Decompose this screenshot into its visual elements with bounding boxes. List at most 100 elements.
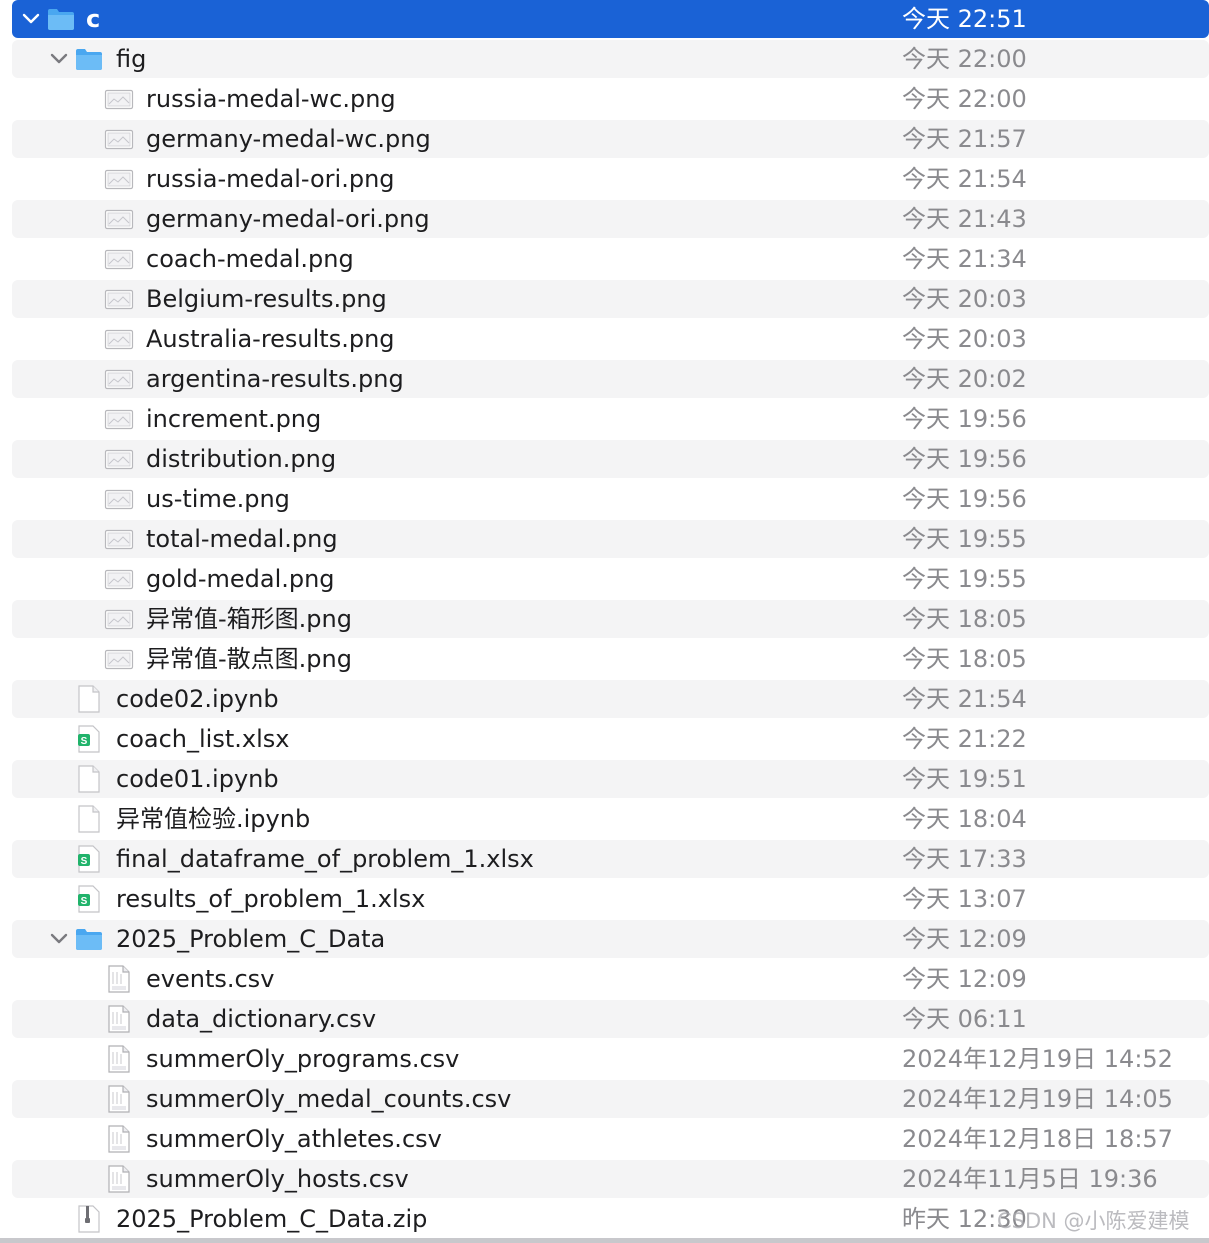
date-modified: 2024年12月18日 18:57 bbox=[902, 1125, 1173, 1153]
file-row[interactable]: us-time.png 今天 19:56 bbox=[12, 480, 1209, 518]
file-name: 2025_Problem_C_Data bbox=[116, 925, 386, 953]
file-row[interactable]: 异常值-箱形图.png 今天 18:05 bbox=[12, 600, 1209, 638]
file-name: germany-medal-wc.png bbox=[146, 125, 431, 153]
date-modified: 今天 19:56 bbox=[902, 445, 1027, 473]
date-modified: 今天 17:33 bbox=[902, 845, 1027, 873]
file-name: 异常值-箱形图.png bbox=[146, 605, 352, 633]
date-modified: 今天 21:57 bbox=[902, 125, 1027, 153]
file-row[interactable]: data_dictionary.csv 今天 06:11 bbox=[12, 1000, 1209, 1038]
file-row[interactable]: summerOly_medal_counts.csv 2024年12月19日 14… bbox=[12, 1080, 1209, 1118]
date-modified: 2024年12月19日 14:52 bbox=[902, 1045, 1173, 1073]
file-row[interactable]: summerOly_athletes.csv 2024年12月18日 18:57 bbox=[12, 1120, 1209, 1158]
csv-icon bbox=[104, 1124, 134, 1154]
file-name: Australia-results.png bbox=[146, 325, 395, 353]
date-modified: 今天 18:05 bbox=[902, 605, 1027, 633]
date-modified: 今天 19:55 bbox=[902, 565, 1027, 593]
date-modified: 今天 21:54 bbox=[902, 685, 1027, 713]
date-modified: 今天 21:54 bbox=[902, 165, 1027, 193]
csv-icon bbox=[104, 1004, 134, 1034]
file-name: final_dataframe_of_problem_1.xlsx bbox=[116, 845, 534, 873]
chevron-down-icon[interactable] bbox=[48, 48, 70, 70]
file-row[interactable]: code02.ipynb 今天 21:54 bbox=[12, 680, 1209, 718]
folder-row[interactable]: 2025_Problem_C_Data 今天 12:09 bbox=[12, 920, 1209, 958]
file-row[interactable]: gold-medal.png 今天 19:55 bbox=[12, 560, 1209, 598]
file-row[interactable]: Australia-results.png 今天 20:03 bbox=[12, 320, 1209, 358]
image-icon bbox=[104, 404, 134, 434]
file-name: germany-medal-ori.png bbox=[146, 205, 430, 233]
svg-text:S: S bbox=[81, 896, 88, 907]
file-name: distribution.png bbox=[146, 445, 337, 473]
csv-icon bbox=[104, 1084, 134, 1114]
date-modified: 今天 19:56 bbox=[902, 485, 1027, 513]
file-row[interactable]: germany-medal-wc.png 今天 21:57 bbox=[12, 120, 1209, 158]
folder-icon bbox=[74, 924, 104, 954]
file-row[interactable]: Belgium-results.png 今天 20:03 bbox=[12, 280, 1209, 318]
spreadsheet-icon: S bbox=[74, 844, 104, 874]
file-row[interactable]: argentina-results.png 今天 20:02 bbox=[12, 360, 1209, 398]
svg-text:S: S bbox=[81, 856, 88, 867]
file-row[interactable]: Sresults_of_problem_1.xlsx 今天 13:07 bbox=[12, 880, 1209, 918]
file-name: results_of_problem_1.xlsx bbox=[116, 885, 426, 913]
date-modified: 今天 19:56 bbox=[902, 405, 1027, 433]
date-modified: 今天 22:51 bbox=[902, 5, 1027, 33]
file-row[interactable]: total-medal.png 今天 19:55 bbox=[12, 520, 1209, 558]
date-modified: 今天 12:09 bbox=[902, 925, 1027, 953]
spreadsheet-icon: S bbox=[74, 724, 104, 754]
image-icon bbox=[104, 164, 134, 194]
svg-text:S: S bbox=[81, 736, 88, 747]
file-row[interactable]: summerOly_programs.csv 2024年12月19日 14:52 bbox=[12, 1040, 1209, 1078]
file-name: summerOly_athletes.csv bbox=[146, 1125, 442, 1153]
image-icon bbox=[104, 444, 134, 474]
file-name: us-time.png bbox=[146, 485, 290, 513]
folder-row[interactable]: c 今天 22:51 bbox=[12, 0, 1209, 38]
date-modified: 今天 12:09 bbox=[902, 965, 1027, 993]
file-row[interactable]: Scoach_list.xlsx 今天 21:22 bbox=[12, 720, 1209, 758]
file-name: code02.ipynb bbox=[116, 685, 279, 713]
file-name: data_dictionary.csv bbox=[146, 1005, 377, 1033]
image-icon bbox=[104, 84, 134, 114]
folder-icon bbox=[46, 4, 76, 34]
file-row[interactable]: russia-medal-wc.png 今天 22:00 bbox=[12, 80, 1209, 118]
file-name: 2025_Problem_C_Data.zip bbox=[116, 1205, 428, 1233]
file-row[interactable]: distribution.png 今天 19:56 bbox=[12, 440, 1209, 478]
horizontal-scrollbar[interactable] bbox=[0, 1238, 1209, 1243]
chevron-down-icon[interactable] bbox=[20, 8, 42, 30]
document-icon bbox=[74, 684, 104, 714]
file-row[interactable]: increment.png 今天 19:56 bbox=[12, 400, 1209, 438]
folder-icon bbox=[74, 44, 104, 74]
file-name: Belgium-results.png bbox=[146, 285, 387, 313]
file-row[interactable]: germany-medal-ori.png 今天 21:43 bbox=[12, 200, 1209, 238]
date-modified: 2024年11月5日 19:36 bbox=[902, 1165, 1158, 1193]
date-modified: 今天 13:07 bbox=[902, 885, 1027, 913]
document-icon bbox=[74, 804, 104, 834]
file-name: argentina-results.png bbox=[146, 365, 404, 393]
file-name: summerOly_medal_counts.csv bbox=[146, 1085, 512, 1113]
file-name: summerOly_programs.csv bbox=[146, 1045, 460, 1073]
file-row[interactable]: events.csv 今天 12:09 bbox=[12, 960, 1209, 998]
file-row[interactable]: russia-medal-ori.png 今天 21:54 bbox=[12, 160, 1209, 198]
chevron-down-icon[interactable] bbox=[48, 928, 70, 950]
file-row[interactable]: Sfinal_dataframe_of_problem_1.xlsx 今天 17:… bbox=[12, 840, 1209, 878]
file-row[interactable]: coach-medal.png 今天 21:34 bbox=[12, 240, 1209, 278]
csv-icon bbox=[104, 1164, 134, 1194]
date-modified: 今天 19:51 bbox=[902, 765, 1027, 793]
date-modified: 2024年12月19日 14:05 bbox=[902, 1085, 1173, 1113]
file-row[interactable]: 异常值检验.ipynb 今天 18:04 bbox=[12, 800, 1209, 838]
image-icon bbox=[104, 564, 134, 594]
csv-icon bbox=[104, 1044, 134, 1074]
date-modified: 今天 20:03 bbox=[902, 325, 1027, 353]
image-icon bbox=[104, 524, 134, 554]
date-modified: 今天 22:00 bbox=[902, 45, 1027, 73]
file-row[interactable]: 异常值-散点图.png 今天 18:05 bbox=[12, 640, 1209, 678]
folder-row[interactable]: fig 今天 22:00 bbox=[12, 40, 1209, 78]
file-name: fig bbox=[116, 45, 147, 73]
file-name: coach_list.xlsx bbox=[116, 725, 290, 753]
image-icon bbox=[104, 284, 134, 314]
image-icon bbox=[104, 244, 134, 274]
image-icon bbox=[104, 484, 134, 514]
file-name: coach-medal.png bbox=[146, 245, 354, 273]
file-name: russia-medal-wc.png bbox=[146, 85, 396, 113]
file-row[interactable]: code01.ipynb 今天 19:51 bbox=[12, 760, 1209, 798]
date-modified: 今天 21:22 bbox=[902, 725, 1027, 753]
file-row[interactable]: summerOly_hosts.csv 2024年11月5日 19:36 bbox=[12, 1160, 1209, 1198]
